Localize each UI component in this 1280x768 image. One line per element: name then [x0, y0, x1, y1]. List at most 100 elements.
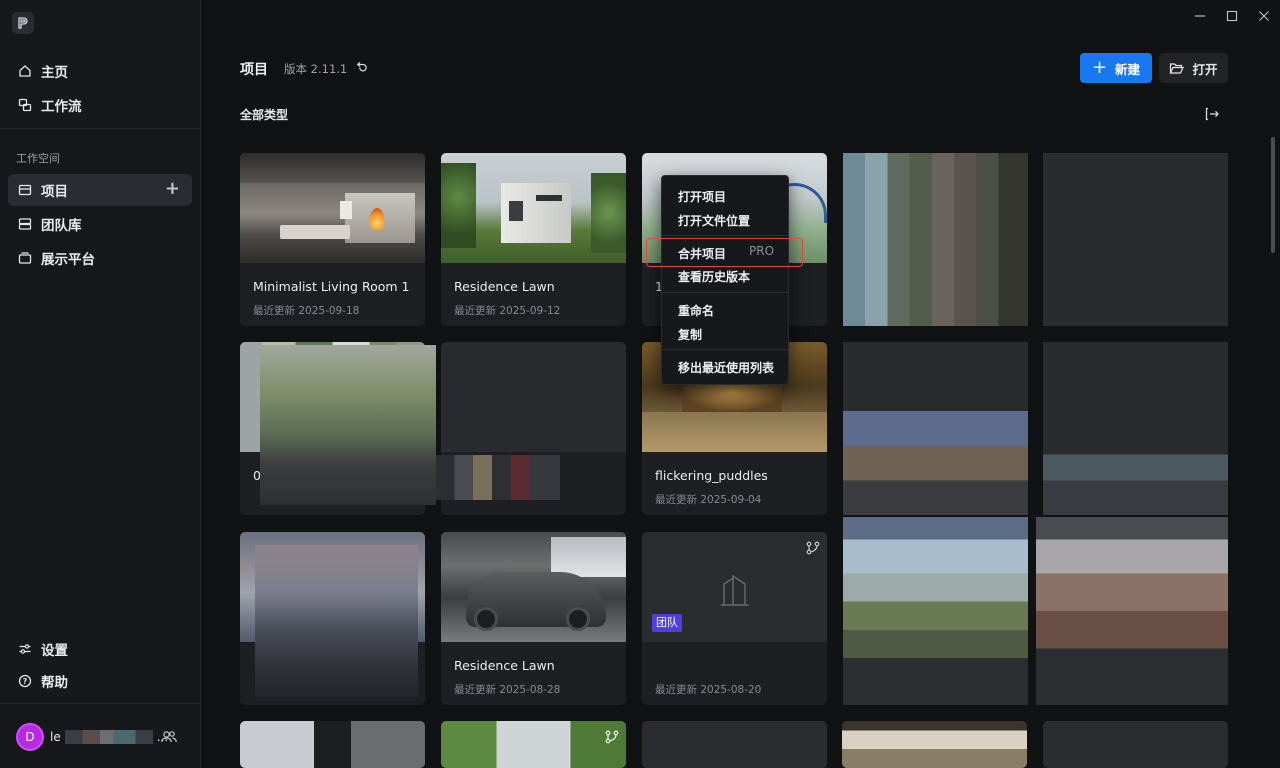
- menu-duplicate[interactable]: 复制: [678, 326, 702, 343]
- team-library-icon: [17, 216, 33, 232]
- project-icon: [17, 182, 33, 198]
- home-icon: [17, 63, 33, 79]
- redacted-overlay: [436, 455, 560, 500]
- nav-showcase[interactable]: 展示平台: [8, 242, 192, 274]
- add-project-icon[interactable]: +: [165, 180, 180, 198]
- sidebar-divider: [0, 128, 201, 129]
- project-date: 最近更新 2025-09-12: [454, 305, 561, 317]
- workflow-icon: [17, 97, 33, 113]
- menu-divider: [662, 235, 789, 236]
- merge-project-highlight: [646, 238, 803, 267]
- project-card[interactable]: Residence Lawn 最近更新 2025-09-12: [441, 153, 626, 326]
- redacted-overlay: [260, 345, 436, 505]
- redacted-project-card[interactable]: [843, 517, 1028, 705]
- app-logo-icon[interactable]: [12, 12, 34, 34]
- project-card[interactable]: [642, 721, 827, 768]
- menu-divider: [662, 349, 789, 350]
- project-card[interactable]: Minimalist Living Room 1 最近更新 2025-09-18: [240, 153, 425, 326]
- redacted-project-card[interactable]: [1043, 342, 1228, 515]
- collapse-panel-icon[interactable]: [1204, 106, 1220, 122]
- project-card[interactable]: [842, 721, 1027, 768]
- team-members-icon[interactable]: [160, 729, 178, 745]
- project-date: 最近更新 2025-09-04: [655, 494, 762, 506]
- team-badge: 团队: [652, 614, 682, 632]
- project-title: Residence Lawn: [454, 279, 555, 294]
- project-thumbnail: [642, 721, 827, 768]
- nav-help[interactable]: ? 帮助: [8, 665, 192, 697]
- project-thumbnail: [240, 721, 425, 768]
- project-date: 最近更新 2025-08-20: [655, 684, 762, 696]
- maximize-window-icon[interactable]: [1224, 8, 1240, 24]
- project-thumbnail: [441, 153, 626, 263]
- redacted-username: [64, 730, 153, 744]
- branch-icon: [806, 541, 820, 555]
- sidebar-divider-bottom: [0, 703, 201, 704]
- redacted-overlay: [255, 545, 418, 697]
- user-name: le ...: [50, 730, 168, 744]
- user-name-prefix: le: [50, 730, 61, 744]
- redacted-project-card[interactable]: [843, 342, 1028, 515]
- redacted-project-card[interactable]: [1036, 517, 1228, 705]
- menu-rename[interactable]: 重命名: [678, 302, 714, 319]
- sidebar: 主页 工作流 工作空间 项目 + 团队库 展示平台 设置 ? 帮助 D le .…: [0, 0, 201, 768]
- nav-projects[interactable]: 项目 +: [8, 174, 192, 206]
- nav-workflow[interactable]: 工作流: [8, 89, 192, 121]
- project-thumbnail: [441, 721, 626, 768]
- building-placeholder-icon: [721, 574, 749, 606]
- project-context-menu: 打开项目 打开文件位置 合并项目 PRO 查看历史版本 重命名 复制 移出最近使…: [661, 175, 789, 385]
- refresh-icon[interactable]: [354, 60, 368, 74]
- project-date: 最近更新 2025-08-28: [454, 684, 561, 696]
- project-card[interactable]: Residence Lawn 最近更新 2025-08-28: [441, 532, 626, 705]
- new-project-label: 新建: [1115, 61, 1141, 77]
- help-icon: ?: [17, 673, 33, 689]
- workspace-section-label: 工作空间: [16, 152, 60, 165]
- project-card[interactable]: [1043, 721, 1228, 768]
- project-title: Residence Lawn: [454, 658, 555, 673]
- scrollbar[interactable]: [1271, 137, 1275, 253]
- settings-icon: [17, 641, 33, 657]
- project-title: Minimalist Living Room 1: [253, 279, 410, 294]
- svg-text:?: ?: [23, 677, 28, 686]
- new-project-button[interactable]: + 新建: [1080, 53, 1152, 83]
- project-card[interactable]: [240, 721, 425, 768]
- menu-divider: [662, 292, 789, 293]
- redacted-project-card[interactable]: [1043, 153, 1228, 326]
- open-project-label: 打开: [1192, 61, 1218, 77]
- page-title: 项目: [240, 62, 268, 78]
- menu-open-file-location[interactable]: 打开文件位置: [678, 212, 750, 229]
- nav-settings-label: 设置: [41, 643, 68, 659]
- menu-view-history[interactable]: 查看历史版本: [678, 268, 750, 285]
- nav-home[interactable]: 主页: [8, 55, 192, 87]
- showcase-icon: [17, 250, 33, 266]
- project-thumbnail: 团队: [642, 532, 827, 642]
- project-thumbnail: [441, 342, 626, 452]
- project-thumbnail: [842, 721, 1027, 768]
- project-card[interactable]: [441, 721, 626, 768]
- user-profile[interactable]: D le ...: [16, 723, 168, 751]
- plus-icon: +: [1091, 57, 1108, 78]
- nav-settings[interactable]: 设置: [8, 633, 192, 665]
- project-thumbnail: [240, 153, 425, 263]
- nav-projects-label: 项目: [41, 184, 68, 200]
- nav-showcase-label: 展示平台: [41, 252, 95, 268]
- project-date: 最近更新 2025-09-18: [253, 305, 360, 317]
- project-thumbnail: [441, 532, 626, 642]
- version-label: 版本 2.11.1: [284, 62, 348, 76]
- nav-team-library-label: 团队库: [41, 218, 82, 234]
- type-filter-dropdown[interactable]: 全部类型: [240, 106, 288, 123]
- nav-team-library[interactable]: 团队库: [8, 208, 192, 240]
- nav-workflow-label: 工作流: [41, 99, 82, 115]
- open-project-button[interactable]: 打开: [1159, 53, 1228, 83]
- menu-remove-from-recent[interactable]: 移出最近使用列表: [678, 359, 774, 376]
- project-thumbnail: [1043, 721, 1228, 768]
- branch-icon: [605, 730, 619, 744]
- project-card[interactable]: 团队 最近更新 2025-08-20: [642, 532, 827, 705]
- nav-home-label: 主页: [41, 65, 68, 81]
- minimize-window-icon[interactable]: [1192, 8, 1208, 24]
- avatar[interactable]: D: [16, 723, 44, 751]
- nav-help-label: 帮助: [41, 675, 68, 691]
- project-title: flickering_puddles: [655, 468, 768, 483]
- redacted-project-card[interactable]: [843, 153, 1028, 326]
- menu-open-project[interactable]: 打开项目: [678, 188, 726, 205]
- close-window-icon[interactable]: [1256, 8, 1272, 24]
